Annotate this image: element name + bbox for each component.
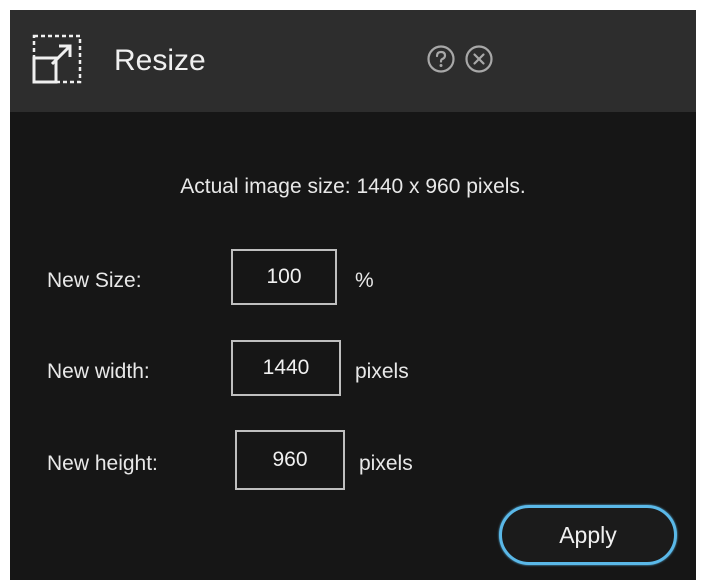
help-icon[interactable] (426, 44, 456, 74)
title-bar: Resize (10, 10, 696, 112)
new-width-label: New width: (47, 360, 150, 383)
new-size-label: New Size: (47, 269, 142, 292)
resize-dialog: Resize Actual image size: 1440 x 960 pix… (10, 10, 696, 580)
new-size-input[interactable] (231, 249, 337, 305)
close-icon[interactable] (464, 44, 494, 74)
new-size-unit: % (355, 269, 374, 292)
actual-size-text: Actual image size: 1440 x 960 pixels. (180, 175, 526, 198)
new-width-input[interactable] (231, 340, 341, 396)
dialog-title: Resize (114, 44, 206, 77)
new-width-unit: pixels (355, 360, 409, 383)
new-height-label: New height: (47, 452, 158, 475)
new-height-unit: pixels (359, 452, 413, 475)
resize-icon (30, 32, 86, 88)
apply-button[interactable]: Apply (499, 505, 677, 565)
new-height-input[interactable] (235, 430, 345, 490)
